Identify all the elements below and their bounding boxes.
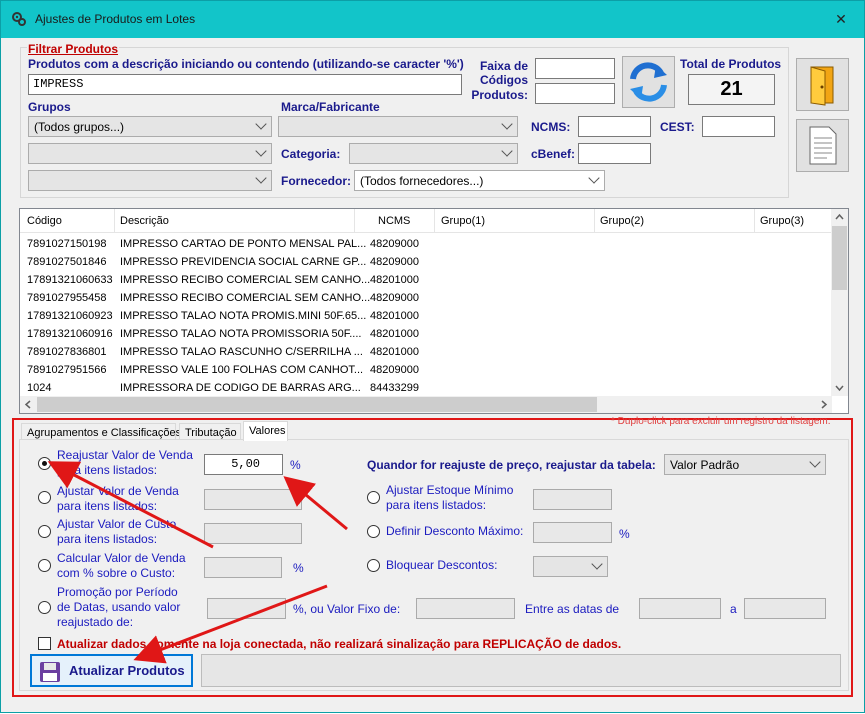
- tab-valores[interactable]: Valores: [243, 421, 288, 441]
- arrow-to-update-button: [133, 584, 328, 664]
- main-window: Ajustes de Produtos em Lotes ✕ Filtrar P…: [0, 0, 865, 713]
- arrow-to-radio: [47, 461, 214, 549]
- arrow-to-value: [283, 476, 348, 531]
- annotation-arrows: [47, 461, 348, 664]
